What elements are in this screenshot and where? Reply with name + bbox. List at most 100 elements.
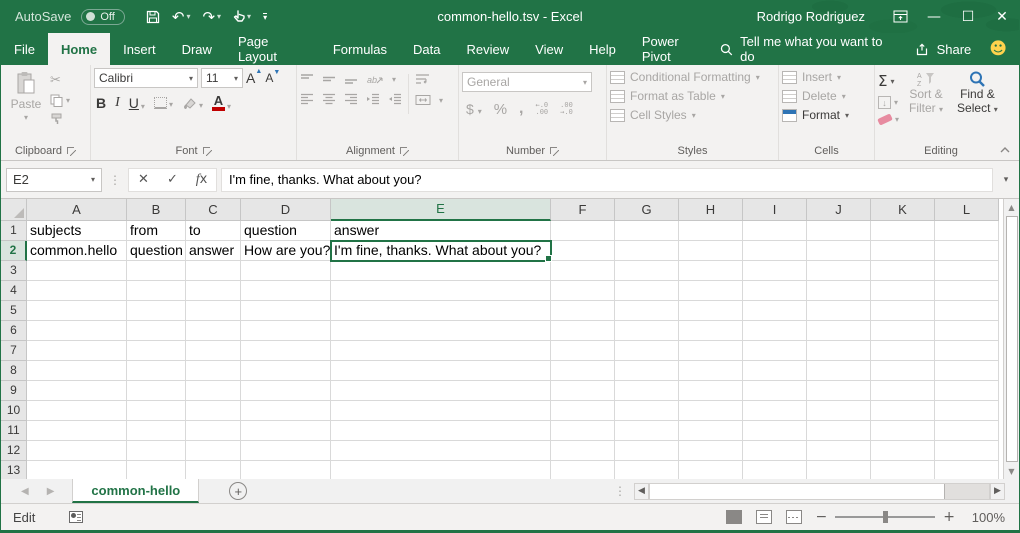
cell-B7[interactable] <box>127 341 186 361</box>
cell-K6[interactable] <box>871 321 935 341</box>
touch-mode-dropdown-icon[interactable]: ▾ <box>247 12 251 21</box>
cell-L7[interactable] <box>935 341 999 361</box>
decrease-indent-icon[interactable] <box>366 93 380 105</box>
increase-font-size-button[interactable]: A▲ <box>246 70 262 86</box>
cell-J10[interactable] <box>807 401 871 421</box>
cell-D11[interactable] <box>241 421 331 441</box>
cell-J5[interactable] <box>807 301 871 321</box>
cell-L10[interactable] <box>935 401 999 421</box>
save-button[interactable] <box>141 8 165 26</box>
cell-K13[interactable] <box>871 461 935 479</box>
close-button[interactable]: ✕ <box>985 0 1019 33</box>
row-header-10[interactable]: 10 <box>1 401 27 421</box>
cell-F7[interactable] <box>551 341 615 361</box>
font-dialog-launcher[interactable] <box>203 147 212 156</box>
cell-H11[interactable] <box>679 421 743 441</box>
name-box[interactable]: E2 ▾ <box>6 168 102 192</box>
vertical-scrollbar-thumb[interactable] <box>1006 216 1018 462</box>
cell-L12[interactable] <box>935 441 999 461</box>
formula-bar-expand-button[interactable]: ▾ <box>997 175 1015 185</box>
cell-A4[interactable] <box>27 281 127 301</box>
row-header-12[interactable]: 12 <box>1 441 27 461</box>
tab-formulas[interactable]: Formulas <box>320 33 400 65</box>
cell-E9[interactable] <box>331 381 551 401</box>
cell-I8[interactable] <box>743 361 807 381</box>
cell-A7[interactable] <box>27 341 127 361</box>
cell-F6[interactable] <box>551 321 615 341</box>
enter-button[interactable]: ✓ <box>158 172 187 187</box>
cell-B12[interactable] <box>127 441 186 461</box>
cell-J3[interactable] <box>807 261 871 281</box>
clear-button[interactable]: ▾ <box>878 115 899 124</box>
cell-styles-button[interactable]: Cell Styles▾ <box>610 108 760 122</box>
column-header-F[interactable]: F <box>551 199 615 221</box>
cell-G1[interactable] <box>615 221 679 241</box>
cell-K7[interactable] <box>871 341 935 361</box>
cell-C8[interactable] <box>186 361 241 381</box>
cell-H7[interactable] <box>679 341 743 361</box>
cell-I7[interactable] <box>743 341 807 361</box>
cell-L5[interactable] <box>935 301 999 321</box>
cell-E2[interactable]: I'm fine, thanks. What about you? <box>331 241 551 261</box>
cell-K5[interactable] <box>871 301 935 321</box>
cell-I10[interactable] <box>743 401 807 421</box>
cell-K9[interactable] <box>871 381 935 401</box>
cell-L6[interactable] <box>935 321 999 341</box>
column-header-A[interactable]: A <box>27 199 127 221</box>
zoom-slider[interactable] <box>835 516 935 518</box>
cell-F4[interactable] <box>551 281 615 301</box>
row-header-9[interactable]: 9 <box>1 381 27 401</box>
cell-G13[interactable] <box>615 461 679 479</box>
cell-F9[interactable] <box>551 381 615 401</box>
cell-A1[interactable]: subjects <box>27 221 127 241</box>
cell-A5[interactable] <box>27 301 127 321</box>
cell-D13[interactable] <box>241 461 331 479</box>
scroll-down-arrow[interactable]: ▼ <box>1004 463 1020 479</box>
cancel-button[interactable]: ✕ <box>129 172 158 187</box>
cell-H12[interactable] <box>679 441 743 461</box>
touch-mouse-mode-button[interactable]: ▾ <box>228 8 256 26</box>
zoom-slider-thumb[interactable] <box>883 511 888 523</box>
cell-D9[interactable] <box>241 381 331 401</box>
cell-K4[interactable] <box>871 281 935 301</box>
cell-J1[interactable] <box>807 221 871 241</box>
cell-C5[interactable] <box>186 301 241 321</box>
cell-D2[interactable]: How are you? <box>241 241 331 261</box>
cell-D1[interactable]: question <box>241 221 331 241</box>
fill-button[interactable]: ↓▾ <box>878 96 899 109</box>
zoom-in-button[interactable]: + <box>943 509 955 525</box>
user-name[interactable]: Rodrigo Rodriguez <box>757 9 865 24</box>
cell-D10[interactable] <box>241 401 331 421</box>
insert-cells-button[interactable]: Insert▾ <box>782 70 849 84</box>
cell-I2[interactable] <box>743 241 807 261</box>
column-header-B[interactable]: B <box>127 199 186 221</box>
horizontal-scrollbar-thumb[interactable] <box>650 484 945 499</box>
row-header-7[interactable]: 7 <box>1 341 27 361</box>
paste-button[interactable]: Paste ▾ <box>4 68 48 122</box>
maximize-button[interactable]: ☐ <box>951 0 985 33</box>
customize-quick-access-toolbar-button[interactable]: ▾ <box>258 11 272 23</box>
column-header-G[interactable]: G <box>615 199 679 221</box>
row-header-6[interactable]: 6 <box>1 321 27 341</box>
cell-H6[interactable] <box>679 321 743 341</box>
cell-L2[interactable] <box>935 241 999 261</box>
ribbon-display-options-button[interactable] <box>883 0 917 33</box>
align-center-icon[interactable] <box>322 93 336 105</box>
cell-C7[interactable] <box>186 341 241 361</box>
cell-B13[interactable] <box>127 461 186 479</box>
cell-B4[interactable] <box>127 281 186 301</box>
orientation-icon[interactable]: ab <box>366 73 384 85</box>
tell-me-box[interactable]: Tell me what you want to do <box>720 34 897 64</box>
formula-input[interactable]: I'm fine, thanks. What about you? <box>221 168 993 192</box>
feedback-smiley-icon[interactable]: ☻ <box>989 39 1007 59</box>
cell-I6[interactable] <box>743 321 807 341</box>
find-select-button[interactable]: Find & Select ▾ <box>953 70 1002 124</box>
conditional-formatting-button[interactable]: Conditional Formatting▾ <box>610 70 760 84</box>
cell-D8[interactable] <box>241 361 331 381</box>
cell-G8[interactable] <box>615 361 679 381</box>
cell-I12[interactable] <box>743 441 807 461</box>
cell-F5[interactable] <box>551 301 615 321</box>
tab-insert[interactable]: Insert <box>110 33 169 65</box>
decrease-font-size-button[interactable]: A▼ <box>265 71 280 85</box>
autosave-toggle[interactable]: Off <box>81 9 124 25</box>
